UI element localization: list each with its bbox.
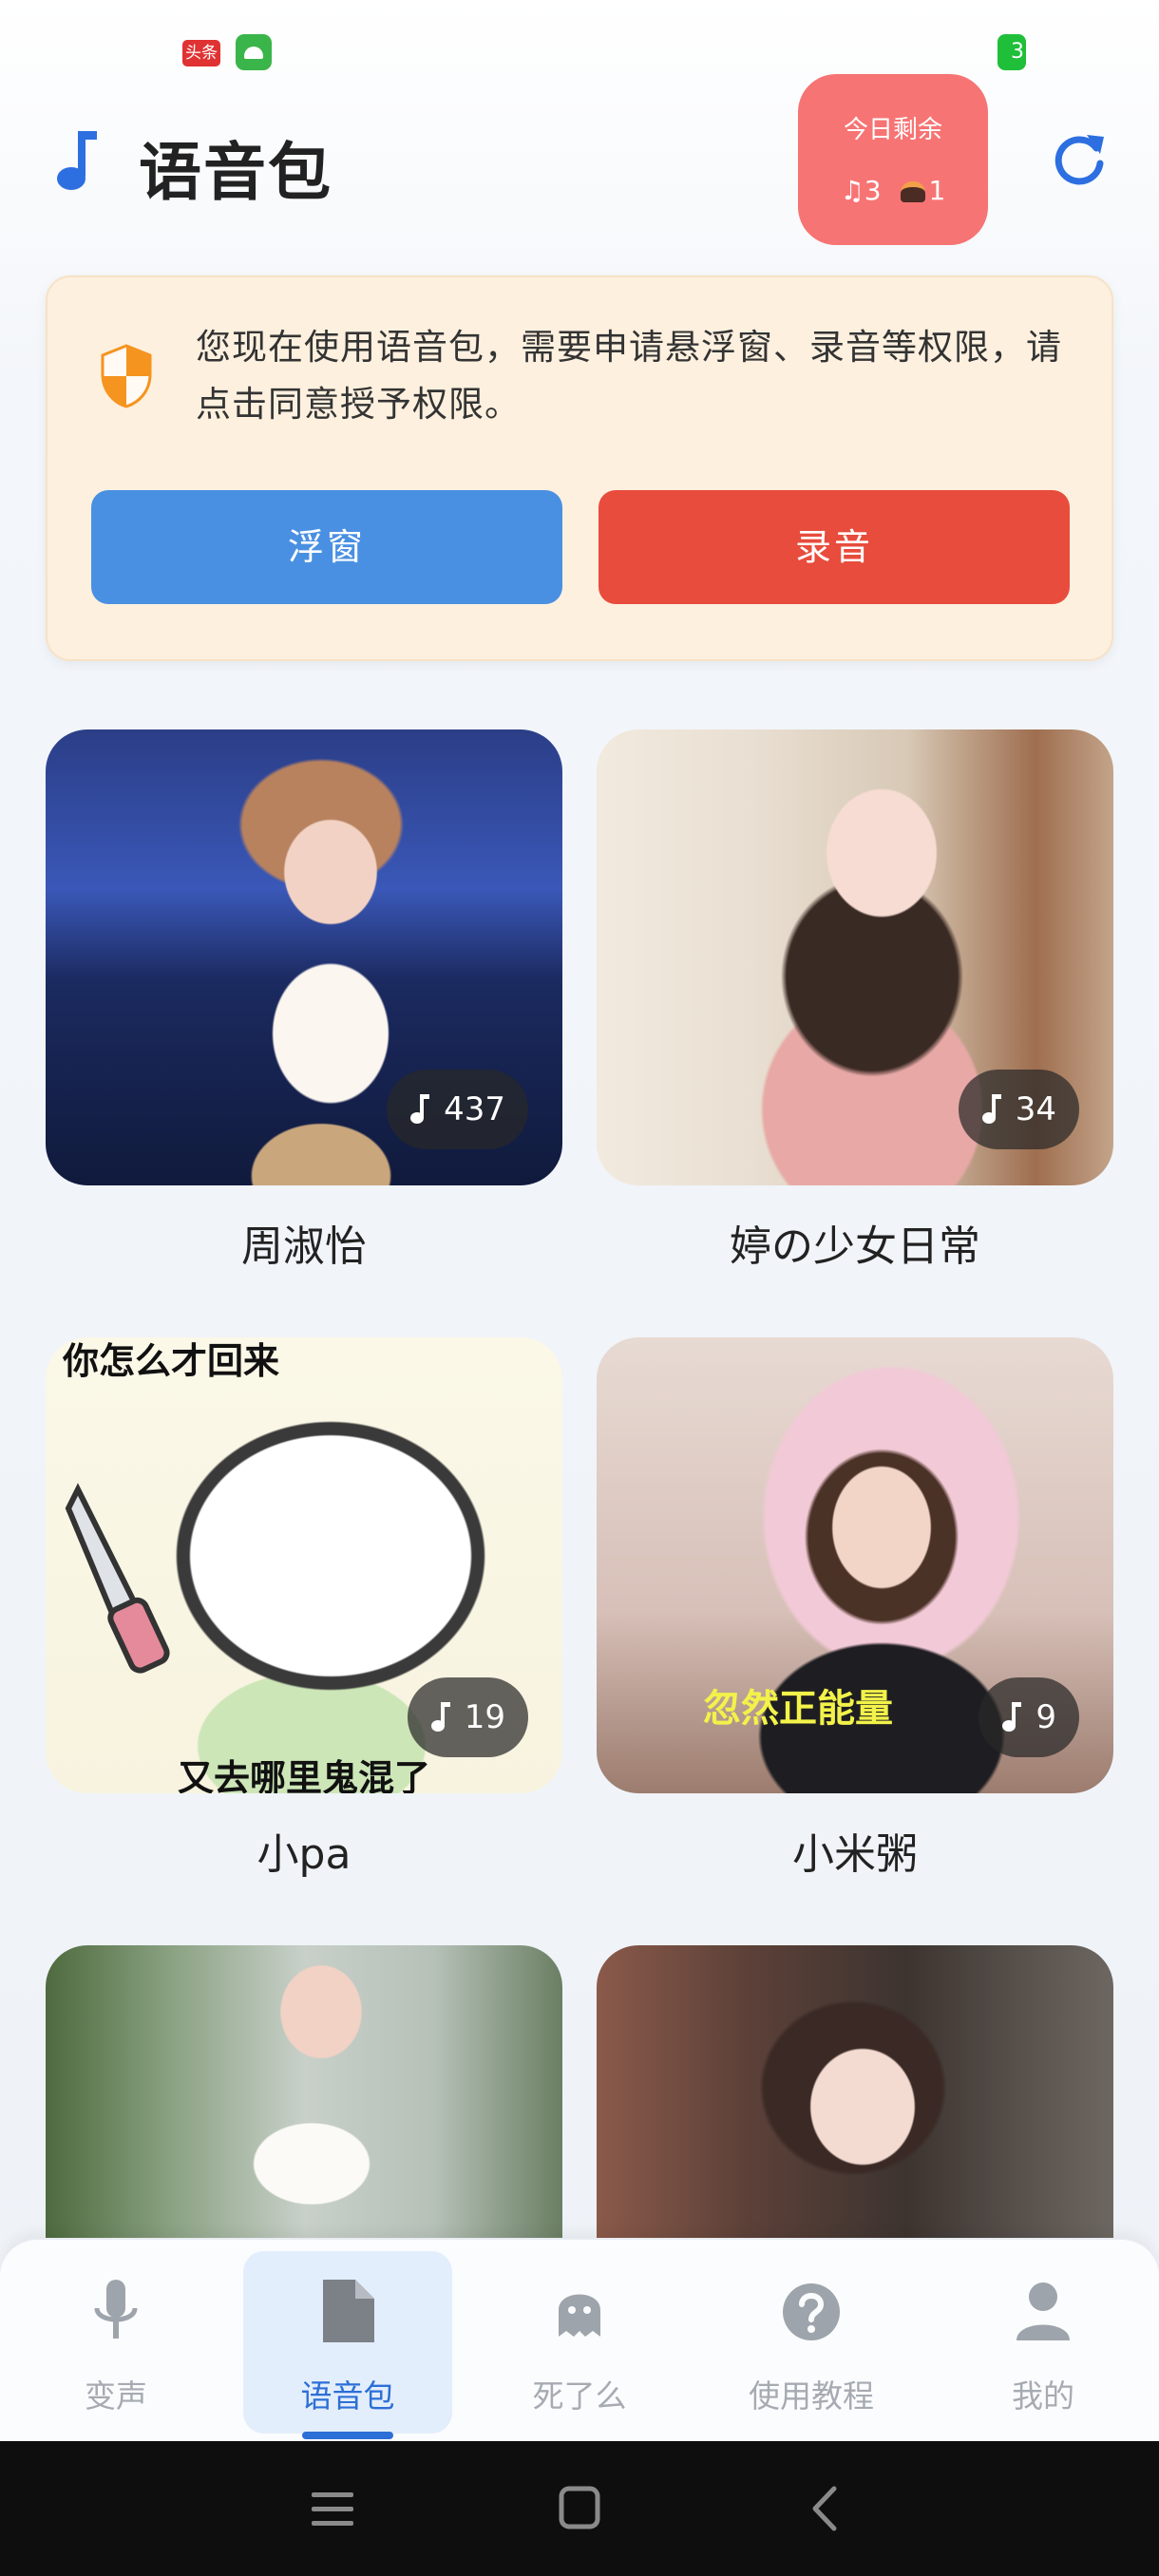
track-count: 9	[1036, 1698, 1056, 1736]
track-count: 34	[1015, 1090, 1056, 1128]
nav-label: 我的	[1012, 2377, 1074, 2415]
file-icon	[323, 2280, 374, 2342]
bottom-navigation: 变声 语音包 死了么 使用教程 我的	[0, 2238, 1159, 2441]
permission-message: 您现在使用语音包，需要申请悬浮窗、录音等权限，请点击同意授予权限。	[196, 327, 1062, 425]
music-note-icon	[57, 131, 97, 190]
nav-label: 死了么	[532, 2377, 627, 2415]
nav-label: 变声	[85, 2377, 147, 2415]
quota-coin: 1	[900, 175, 946, 206]
track-count-badge: 437	[387, 1070, 528, 1149]
music-note-icon	[981, 1094, 1001, 1124]
permission-card: 您现在使用语音包，需要申请悬浮窗、录音等权限，请点击同意授予权限。 浮窗 录音	[46, 275, 1113, 661]
quota-title: 今日剩余	[843, 116, 942, 144]
track-count: 437	[444, 1090, 505, 1128]
voice-pack-card[interactable]: 34 婷の少女日常	[597, 729, 1113, 1273]
quota-music-count: 3	[864, 175, 882, 206]
active-tab-indicator	[302, 2432, 393, 2439]
voice-pack-name: 婷の少女日常	[730, 1222, 980, 1271]
voice-pack-cover[interactable]: 忽然正能量 9	[597, 1337, 1113, 1793]
music-note-icon	[410, 1094, 430, 1124]
ghost-icon	[559, 2294, 600, 2337]
voice-pack-card[interactable]: 437 周淑怡	[46, 729, 562, 1273]
voice-pack-card[interactable]: 你怎么才回来 又去哪里鬼混了 19 小pa	[46, 1337, 562, 1881]
battery-indicator: 3	[998, 34, 1026, 70]
home-icon[interactable]	[551, 2483, 608, 2534]
help-icon	[783, 2283, 840, 2340]
voice-pack-name: 周淑怡	[241, 1222, 367, 1271]
refresh-icon[interactable]	[1049, 127, 1110, 188]
float-window-button[interactable]: 浮窗	[91, 490, 562, 604]
nav-label: 使用教程	[749, 2377, 874, 2415]
microphone-icon	[94, 2280, 138, 2339]
nav-label: 语音包	[300, 2377, 395, 2415]
voice-pack-cover[interactable]: 你怎么才回来 又去哪里鬼混了 19	[46, 1337, 562, 1793]
system-navigation-bar	[0, 2441, 1159, 2576]
track-count: 19	[464, 1698, 505, 1736]
page-title: 语音包	[139, 136, 332, 209]
person-icon	[1016, 2282, 1070, 2340]
quota-row: ♫3 1	[798, 175, 988, 206]
toutiao-app-icon: 头条	[182, 40, 220, 66]
voice-pack-card[interactable]: 忽然正能量 9 小米粥	[597, 1337, 1113, 1881]
music-note-icon: ♫	[840, 175, 864, 206]
daily-quota-badge[interactable]: 今日剩余 ♫3 1	[798, 74, 988, 245]
nav-item-voice-changer[interactable]: 变声	[11, 2251, 220, 2434]
music-note-icon	[1002, 1702, 1022, 1732]
nav-item-profile[interactable]: 我的	[939, 2251, 1148, 2434]
nav-item-voice-pack[interactable]: 语音包	[243, 2251, 452, 2439]
cake-icon	[900, 181, 925, 202]
voice-pack-cover[interactable]: 34	[597, 729, 1113, 1185]
cover-caption-top: 你怎么才回来	[63, 1340, 280, 1382]
track-count-badge: 19	[407, 1677, 528, 1757]
shield-icon	[101, 344, 152, 408]
nav-item-tutorial[interactable]: 使用教程	[707, 2251, 916, 2434]
back-icon[interactable]	[798, 2483, 855, 2534]
music-note-icon	[430, 1702, 450, 1732]
android-app-icon	[236, 34, 272, 70]
menu-icon[interactable]	[304, 2483, 361, 2534]
voice-pack-cover[interactable]: 437	[46, 729, 562, 1185]
knife-illustration	[65, 1483, 170, 1674]
voice-pack-name: 小pa	[256, 1830, 352, 1879]
status-bar: 头条 3	[0, 0, 1159, 104]
quota-music: ♫3	[841, 175, 882, 206]
record-button[interactable]: 录音	[598, 490, 1070, 604]
nav-item-dead-or-alive[interactable]: 死了么	[475, 2251, 684, 2434]
track-count-badge: 9	[978, 1677, 1079, 1757]
track-count-badge: 34	[958, 1070, 1079, 1149]
quota-coin-count: 1	[928, 175, 946, 206]
voice-pack-name: 小米粥	[792, 1830, 918, 1879]
